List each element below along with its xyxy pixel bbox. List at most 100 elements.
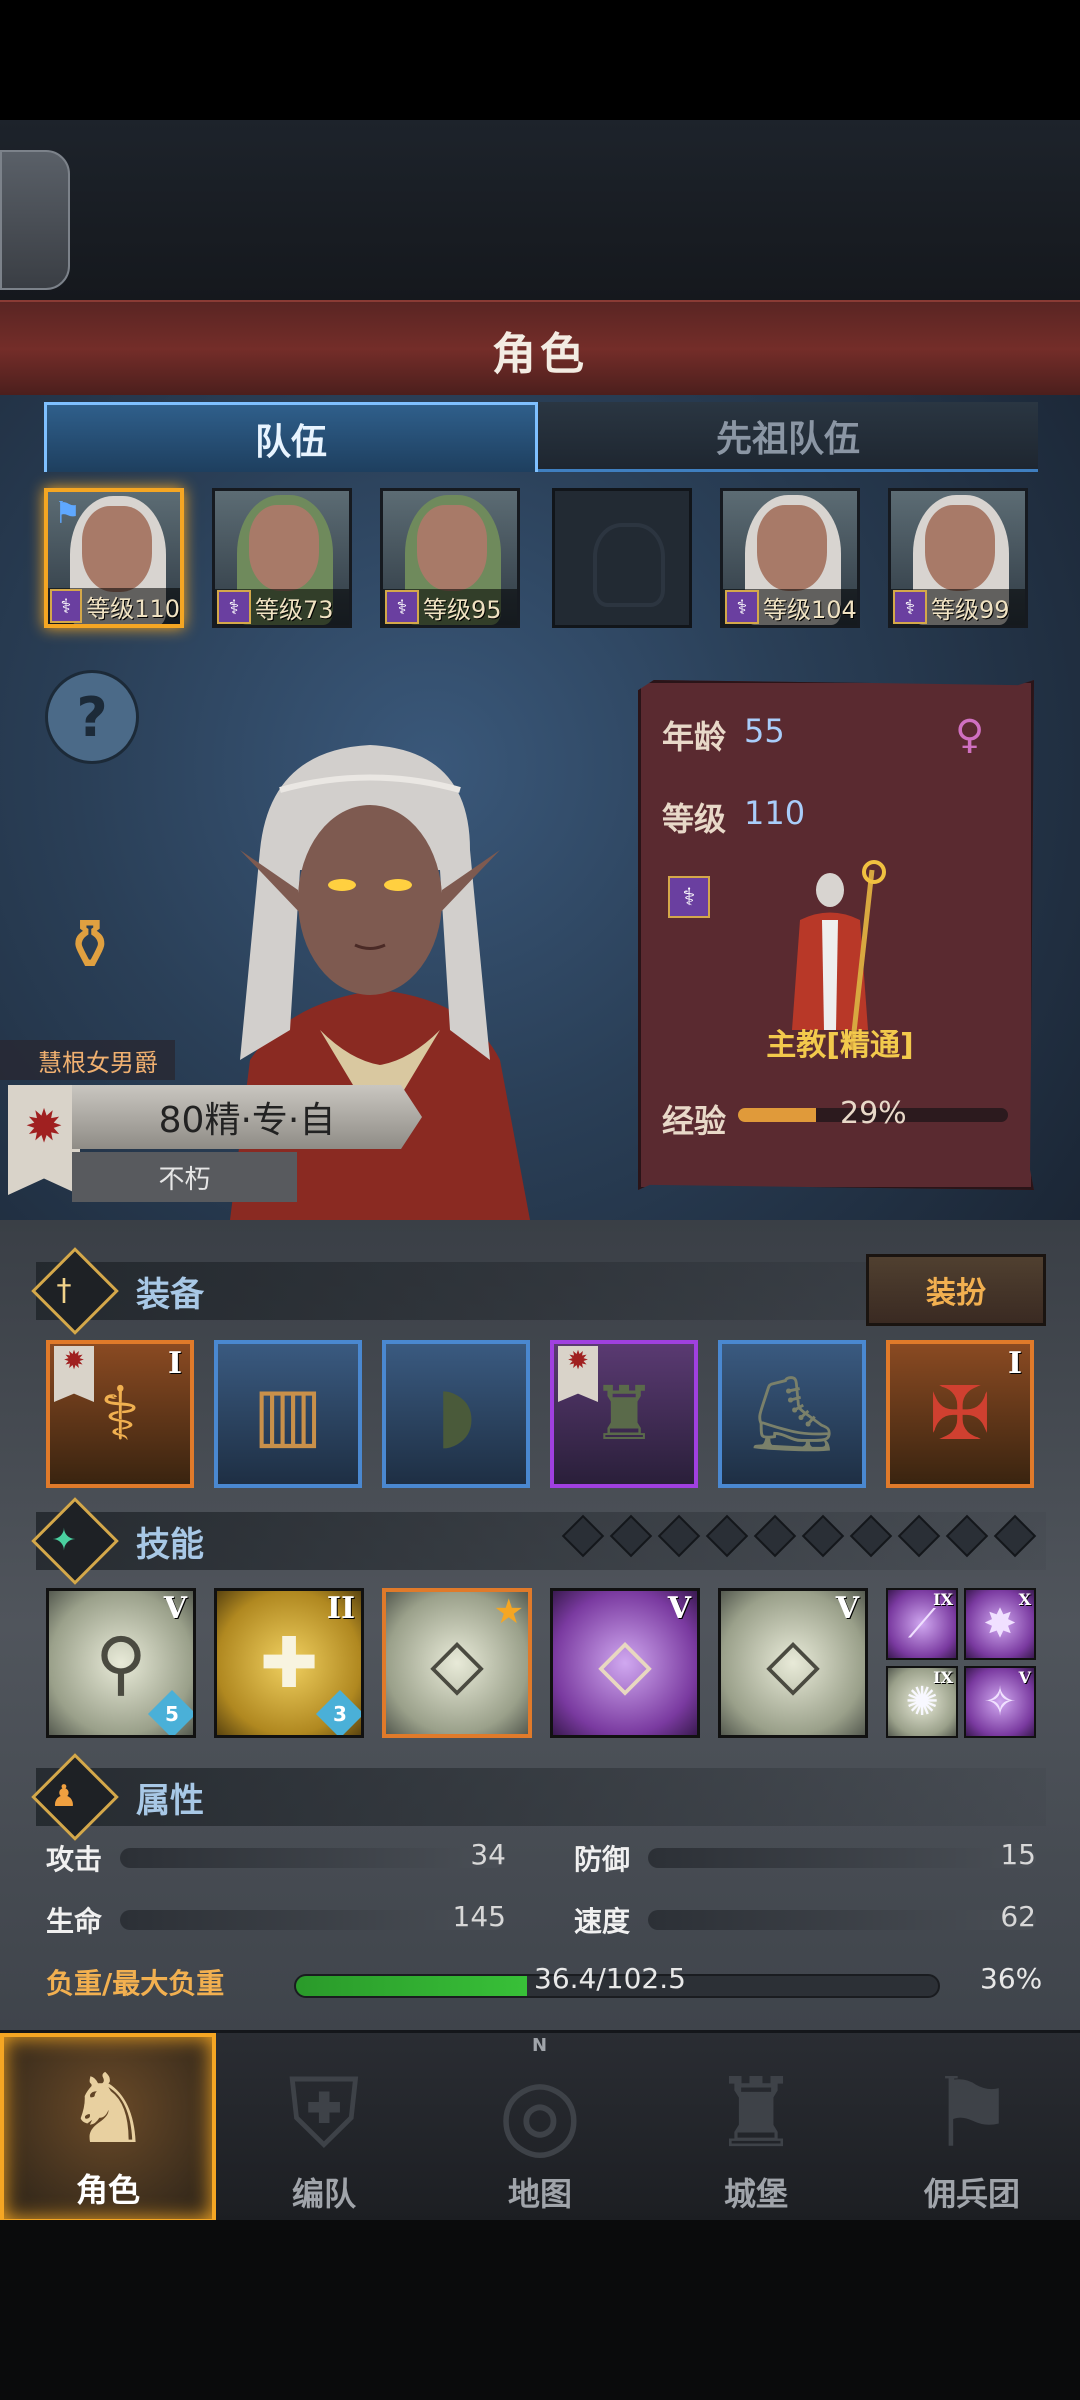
skill-slot-4[interactable]: ◇ V [550, 1588, 700, 1738]
skill-point-pip [945, 1514, 989, 1558]
speed-value: 62 [1000, 1900, 1036, 1933]
attributes-title: 属性 [136, 1780, 204, 1821]
mini-skill-3[interactable]: ✺ IX [886, 1666, 958, 1738]
nav-character[interactable]: ♞ 角色 [0, 2033, 216, 2223]
compass-icon: ◎ [498, 2057, 582, 2169]
equip-slot-offhand[interactable]: ▥ [214, 1340, 362, 1488]
skill-point-pip [705, 1514, 749, 1558]
face [82, 506, 152, 592]
mini-skill-1[interactable]: ⟋ IX [886, 1588, 958, 1660]
boots-icon: ⛸ [745, 1370, 839, 1457]
skill-rank: V [163, 1591, 187, 1626]
title-banner: 角色 [0, 300, 1080, 400]
level-value: 110 [744, 794, 806, 832]
skill-point-pip [897, 1514, 941, 1558]
dagger-icon: † [56, 1272, 72, 1308]
age-value: 55 [744, 712, 785, 750]
star-icon: ★ [493, 1592, 524, 1632]
skill-point-pip [849, 1514, 893, 1558]
skill-rank: V [667, 1591, 691, 1626]
nav-label: 地图 [507, 2175, 572, 2213]
banner-icon: ✹ [54, 1346, 94, 1402]
skill-point-pip [609, 1514, 653, 1558]
side-menu-button[interactable] [0, 150, 70, 290]
tab-ancestor-team[interactable]: 先祖队伍 [538, 402, 1038, 472]
equip-slot-body[interactable]: ♜ ✹ [550, 1340, 698, 1488]
team-member-empty[interactable] [552, 488, 692, 628]
skill-point-pip [753, 1514, 797, 1558]
equip-slot-accessory[interactable]: ✠ I [886, 1340, 1034, 1488]
team-member-2[interactable]: ⚕ 等级73 [212, 488, 352, 628]
defense-value: 15 [1000, 1838, 1036, 1871]
nav-formation[interactable]: ⛨ 编队 [216, 2033, 432, 2223]
member-level: 等级110 [86, 594, 180, 623]
team-member-3[interactable]: ⚕ 等级95 [380, 488, 520, 628]
star-icon: ✦ [51, 1522, 77, 1558]
bottom-nav: ♞ 角色 ⛨ 编队 N ◎ 地图 ♜ 城堡 ⚑ 佣兵团 [0, 2030, 1080, 2223]
equipment-title: 装备 [136, 1274, 204, 1315]
hp-value: 145 [452, 1900, 506, 1933]
class-staff-icon: ⚕ [217, 590, 251, 624]
skill-rank: IX [933, 1590, 953, 1609]
member-level: 等级99 [931, 595, 1010, 624]
nav-mercenary[interactable]: ⚑ 佣兵团 [864, 2033, 1080, 2223]
equip-slot-weapon[interactable]: ⚕ ✹ I [46, 1340, 194, 1488]
character-name: 慧根女男爵 [0, 1040, 175, 1080]
mini-skill-4[interactable]: ✧ V [964, 1666, 1036, 1738]
tab-team[interactable]: 队伍 [44, 402, 538, 472]
skill-rank: V [835, 1591, 859, 1626]
skill-point-pip [561, 1514, 605, 1558]
team-member-5[interactable]: ⚕ 等级104 [720, 488, 860, 628]
face [757, 505, 827, 591]
dress-up-button[interactable]: 装扮 [866, 1254, 1046, 1326]
skill-rank: X [1018, 1590, 1031, 1609]
team-member-1[interactable]: ⚑ ⚕ 等级110 [44, 488, 184, 628]
header-background [0, 120, 1080, 300]
skill-point-pip [993, 1514, 1037, 1558]
help-icon[interactable]: ? [45, 670, 139, 764]
skill-slot-2[interactable]: ✚ II 3 [214, 1588, 364, 1738]
tier-label: I [1007, 1346, 1022, 1381]
female-icon: ♀ [955, 712, 985, 758]
page-title: 角色 [492, 328, 588, 380]
level-strip: ⚕ 等级104 [723, 589, 857, 625]
level-strip: ⚕ 等级73 [215, 589, 349, 625]
class-staff-icon: ⚕ [385, 590, 419, 624]
age-label: 年龄 [662, 718, 727, 756]
exp-percent: 29% [840, 1096, 907, 1131]
nav-label: 城堡 [723, 2175, 788, 2213]
castle-icon: ♜ [712, 2057, 800, 2169]
nav-label: 编队 [291, 2175, 356, 2213]
helmet-icon: ⛨ [288, 2057, 360, 2169]
member-level: 等级95 [423, 595, 502, 624]
empty-helmet-icon [593, 523, 665, 607]
load-label: 负重/最大负重 [46, 1967, 225, 2000]
system-nav-area [0, 2220, 1080, 2400]
equip-slot-feet[interactable]: ⛸ [718, 1340, 866, 1488]
compass-north: N [532, 2035, 548, 2056]
sun-emblem-icon: ✹ [24, 1099, 64, 1153]
level-strip: ⚕ 等级95 [383, 589, 517, 625]
level-label: 等级 [662, 800, 727, 838]
class-staff-icon: ⚕ [725, 590, 759, 624]
load-bar-fill [296, 1976, 528, 1996]
hood-icon: ◗ [436, 1371, 476, 1457]
skill-rank: IX [933, 1668, 953, 1687]
equip-slot-head[interactable]: ◗ [382, 1340, 530, 1488]
skill-slot-1[interactable]: ⚲ V 5 [46, 1588, 196, 1738]
skill-slot-3[interactable]: ◇ ★ [382, 1588, 532, 1738]
status-plate: 不朽 [72, 1152, 297, 1202]
hp-label: 生命 [46, 1905, 103, 1938]
skill-rank: V [1018, 1668, 1031, 1687]
mini-skill-2[interactable]: ✸ X [964, 1588, 1036, 1660]
exp-bar-fill [738, 1108, 817, 1122]
nav-castle[interactable]: ♜ 城堡 [648, 2033, 864, 2223]
nav-map[interactable]: N ◎ 地图 [432, 2033, 648, 2223]
class-staff-icon: ⚕ [893, 590, 927, 624]
status-bar-area [0, 0, 1080, 120]
potion-icon[interactable]: ⚱ [48, 900, 132, 990]
skill-level: 5 [165, 1701, 179, 1726]
team-member-6[interactable]: ⚕ 等级99 [888, 488, 1028, 628]
skill-slot-5[interactable]: ◇ V [718, 1588, 868, 1738]
skill-point-pip [801, 1514, 845, 1558]
